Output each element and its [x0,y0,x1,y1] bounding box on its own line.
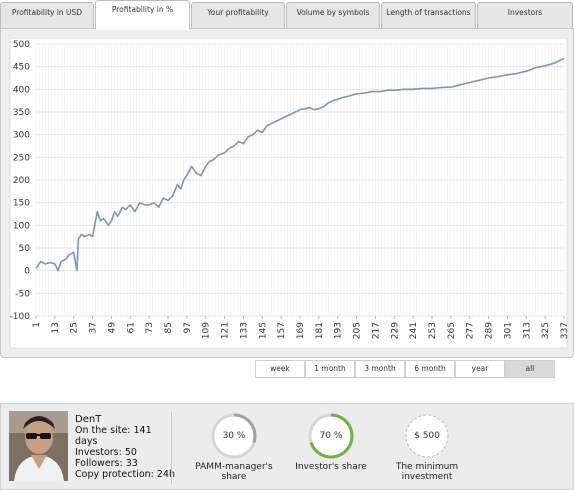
tab-investors[interactable]: Investors [477,2,573,29]
y-tick-label: 300 [13,131,30,141]
period-3-month-button[interactable]: 3 month [355,360,405,378]
x-tick-label: 37 [89,322,99,333]
y-tick-label: 350 [13,108,30,118]
x-tick-label: 181 [315,322,325,339]
avatar[interactable] [9,411,68,481]
followers-count: Followers: 33 [75,458,138,469]
x-tick-label: 121 [221,322,231,339]
y-tick-label: 400 [13,85,30,95]
x-tick-label: 169 [296,322,306,339]
profile-divider [171,412,172,484]
caption-line: share [221,472,247,482]
x-tick-label: 49 [107,322,117,334]
x-tick-label: 109 [202,322,212,339]
chart-tabs: Profitability in USD Profitability in % … [0,0,574,30]
manager-info: DenT On the site: 141 days Investors: 50… [75,414,175,480]
manager-name[interactable]: DenT [75,414,175,425]
x-tick-label: 313 [522,322,532,339]
chart-background [9,37,568,349]
x-tick-label: 85 [164,322,174,333]
chart-panel: 500 450 400 350 300 250 200 150 100 50 0 -50 -100 1 13… [0,28,574,358]
y-tick-label: 100 [13,221,30,231]
caption-line: Investor's share [295,462,367,472]
y-tick-label: 450 [13,63,30,73]
avatar-photo-icon [9,411,68,481]
period-all-button[interactable]: all [505,360,555,378]
y-tick-label: -50 [15,289,30,299]
period-week-button[interactable]: week [255,360,305,378]
period-year-button[interactable]: year [455,360,505,378]
x-tick-label: 301 [503,322,513,339]
x-tick-label: 265 [447,322,457,339]
tab-your-profitability[interactable]: Your profitability [191,2,285,29]
pamm-chart-widget: Profitability in USD Profitability in % … [0,0,574,490]
caption-line: The minimum [395,462,459,472]
x-tick-label: 13 [51,322,61,333]
x-tick-label: 73 [145,322,155,333]
x-tick-label: 133 [239,322,249,339]
x-tick-label: 253 [428,322,438,339]
y-tick-label: 50 [19,244,31,254]
x-tick-label: 25 [70,322,80,333]
manager-profile-bar: DenT On the site: 141 days Investors: 50… [0,403,574,490]
x-tick-label: 61 [126,322,136,333]
x-tick-label: 277 [466,322,476,339]
x-tick-label: 229 [390,322,400,339]
y-tick-label: 250 [13,153,30,163]
caption-line: investment [401,472,453,482]
pamm-manager-share-caption: PAMM-manager's share [189,462,279,482]
period-1-month-button[interactable]: 1 month [305,360,355,378]
x-tick-label: 157 [277,322,287,339]
period-6-month-button[interactable]: 6 month [405,360,455,378]
pamm-manager-share-value: 30 % [222,431,246,441]
investors-count: Investors: 50 [75,447,137,458]
x-tick-label: 145 [258,322,268,339]
y-tick-label: 150 [13,199,30,209]
x-tick-label: 289 [485,322,495,339]
copy-protection: Copy protection: 24h [75,469,175,480]
x-tick-label: 337 [560,322,570,339]
tab-profitability-usd[interactable]: Profitability in USD [0,2,94,29]
x-tick-label: 205 [353,322,363,339]
x-tick-label: 217 [371,322,381,339]
tab-profitability-percent[interactable]: Profitability in % [95,0,190,30]
x-tick-label: 325 [541,322,551,339]
x-tick-label: 97 [183,322,193,333]
profitability-line-chart: 500450400350300250200150100500-50-1001 13… [9,37,570,349]
minimum-investment-caption: The minimum investment [382,462,472,482]
investor-share-value: 70 % [319,431,343,441]
minimum-investment-value: $ 500 [414,431,440,441]
on-site-duration-unit: days [75,436,98,447]
x-tick-label: 193 [334,322,344,339]
tab-length-of-transactions[interactable]: Length of transactions [381,2,476,29]
y-tick-label: -100 [10,312,31,322]
x-tick-label: 241 [409,322,419,339]
investor-share-caption: Investor's share [286,462,376,472]
y-tick-label: 0 [24,267,30,277]
tab-volume-by-symbols[interactable]: Volume by symbols [286,2,380,29]
x-tick-label: 1 [32,322,42,328]
y-tick-label: 200 [13,176,30,186]
on-site-duration: On the site: 141 [75,425,152,436]
y-tick-label: 500 [13,40,30,50]
caption-line: PAMM-manager's [195,462,273,472]
